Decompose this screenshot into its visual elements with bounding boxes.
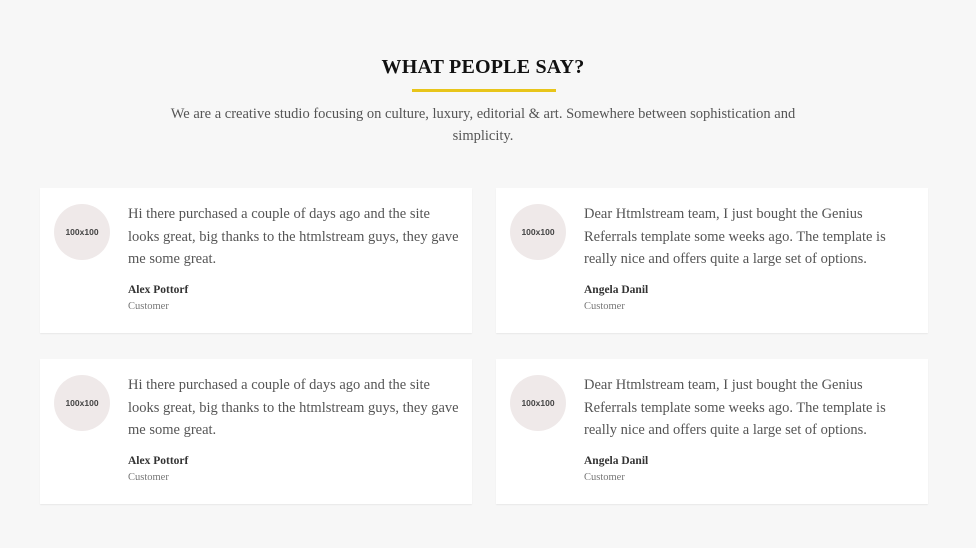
testimonial-quote: Hi there purchased a couple of days ago … <box>128 377 459 438</box>
testimonial-card: 100x100 Dear Htmlstream team, I just bou… <box>496 188 928 333</box>
testimonial-card: 100x100 Hi there purchased a couple of d… <box>40 359 472 504</box>
avatar: 100x100 <box>54 375 110 431</box>
section-intro: We are a creative studio focusing on cul… <box>170 106 796 144</box>
testimonials-section: WHAT PEOPLE SAY? We are a creative studi… <box>0 0 976 548</box>
avatar: 100x100 <box>54 204 110 260</box>
testimonial-role: Customer <box>584 472 625 483</box>
testimonial-quote: Hi there purchased a couple of days ago … <box>128 206 459 267</box>
avatar: 100x100 <box>510 204 566 260</box>
testimonial-author: Alex Pottorf <box>128 455 189 467</box>
testimonial-quote: Dear Htmlstream team, I just bought the … <box>584 377 886 438</box>
testimonial-role: Customer <box>584 301 625 312</box>
testimonial-card: 100x100 Dear Htmlstream team, I just bou… <box>496 359 928 504</box>
testimonial-role: Customer <box>128 472 169 483</box>
testimonial-author: Angela Danil <box>584 455 649 467</box>
title-underline <box>412 89 556 92</box>
avatar: 100x100 <box>510 375 566 431</box>
testimonial-role: Customer <box>128 301 169 312</box>
section-title: WHAT PEOPLE SAY? <box>381 56 585 78</box>
testimonial-quote: Dear Htmlstream team, I just bought the … <box>584 206 886 267</box>
testimonial-author: Alex Pottorf <box>128 284 189 296</box>
testimonial-card: 100x100 Hi there purchased a couple of d… <box>40 188 472 333</box>
testimonial-author: Angela Danil <box>584 284 649 296</box>
